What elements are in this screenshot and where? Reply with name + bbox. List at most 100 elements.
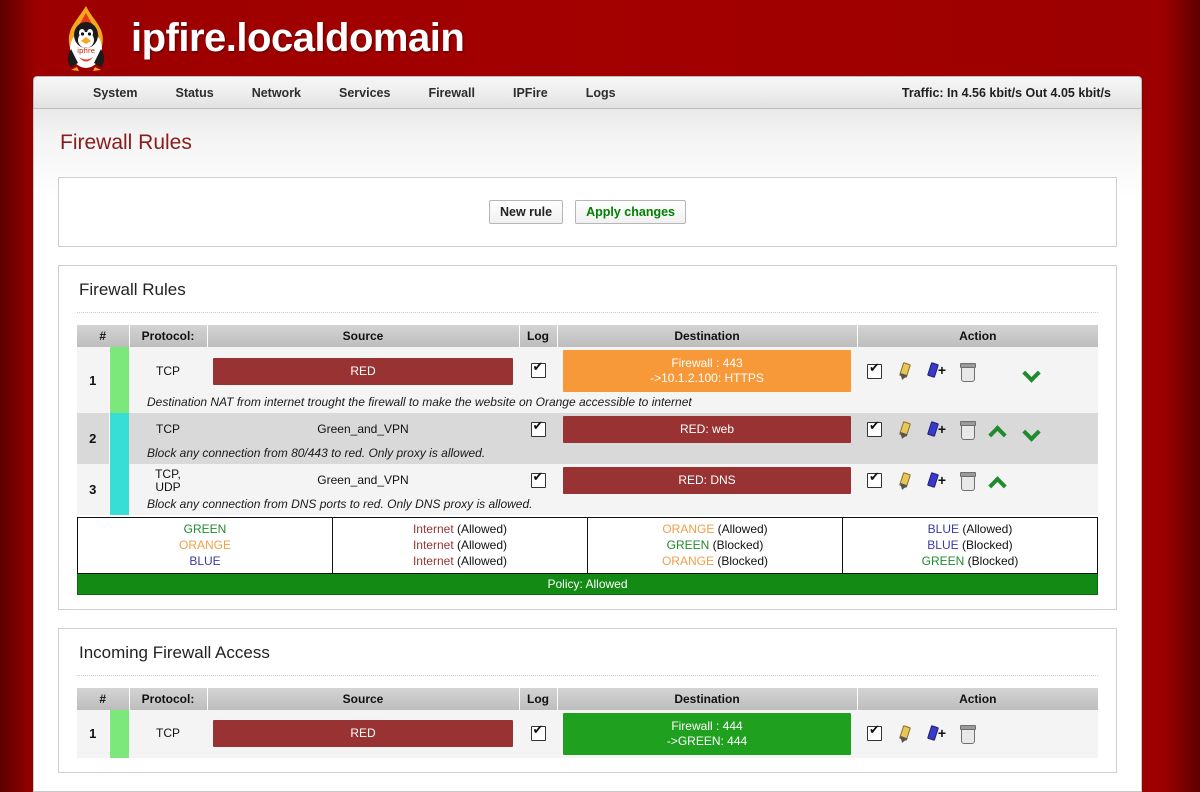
legend-zone: BLUE (927, 522, 959, 536)
rule-number: 3 (77, 464, 110, 515)
rule-destination: Firewall : 444 ->GREEN: 444 (563, 712, 851, 755)
log-checkbox[interactable] (530, 723, 546, 741)
legend-zone: ORANGE (661, 554, 714, 569)
nav-item-logs[interactable]: Logs (567, 86, 635, 100)
svg-text:ipfire: ipfire (77, 47, 95, 55)
log-checkbox[interactable] (530, 419, 546, 437)
nav-item-system[interactable]: System (74, 86, 156, 100)
legend-row: GREEN ORANGE BLUE Internet (Allowed) Int… (77, 517, 1098, 574)
edit-pencil-icon[interactable] (896, 421, 912, 439)
firewall-rules-title: Firewall Rules (77, 278, 1098, 313)
rule-number: 1 (77, 347, 110, 413)
delete-trash-icon[interactable] (960, 421, 976, 440)
copy-rule-icon[interactable] (926, 725, 946, 743)
legend-zone: BLUE (927, 538, 959, 553)
table-row[interactable]: 2 TCP Green_and_VPN RED: web (77, 413, 1098, 464)
legend-col-3: ORANGE (Allowed) GREEN (Blocked) ORANGE … (587, 517, 843, 574)
legend-status: (Blocked) (964, 554, 1019, 569)
log-checkbox[interactable] (530, 360, 546, 379)
copy-rule-icon[interactable] (926, 362, 946, 380)
nav-item-status[interactable]: Status (156, 86, 232, 100)
enable-rule-checkbox[interactable] (867, 470, 882, 488)
delete-trash-icon[interactable] (960, 362, 976, 382)
new-rule-button[interactable]: New rule (488, 200, 564, 224)
enable-rule-checkbox[interactable] (867, 723, 882, 742)
table-header-row: # Protocol: Source Log Destination Actio… (77, 325, 1098, 347)
rule-action-cell (857, 347, 1098, 395)
page-surface: Firewall Rules New rule Apply changes Fi… (33, 109, 1142, 792)
rule-protocol: TCP (129, 347, 207, 395)
legend-status: (Blocked) (958, 538, 1013, 553)
nav-item-services[interactable]: Services (320, 86, 409, 100)
rule-action-cell (857, 413, 1098, 446)
col-header-action: Action (857, 687, 1098, 710)
legend-zone: BLUE (189, 554, 221, 569)
edit-pencil-icon[interactable] (896, 472, 912, 490)
legend-col-2: Internet (Allowed) Internet (Allowed) In… (332, 517, 588, 574)
legend-status: (Allowed) (453, 522, 508, 536)
traffic-status: Traffic: In 4.56 kbit/s Out 4.05 kbit/s (901, 85, 1111, 100)
col-header-num: # (77, 687, 130, 710)
enable-rule-checkbox[interactable] (867, 361, 882, 379)
rule-destination: RED: DNS (563, 467, 851, 494)
rule-actions (861, 361, 1094, 382)
legend-status: (Allowed) (714, 522, 768, 536)
enable-rule-checkbox[interactable] (867, 419, 882, 437)
rule-remark: Block any connection from 80/443 to red.… (129, 446, 1098, 464)
rule-protocol: TCP, UDP (129, 464, 207, 497)
rule-actions (861, 419, 1094, 440)
col-header-protocol: Protocol: (129, 687, 208, 710)
table-row-remark: Destination NAT from internet trought th… (77, 395, 1098, 413)
rule-destination-cell: RED: web (557, 413, 857, 446)
table-row[interactable]: 3 TCP, UDP Green_and_VPN RED: DNS (77, 464, 1098, 515)
rule-number: 1 (77, 709, 110, 758)
legend-status: (Blocked) (709, 538, 764, 553)
move-down-chevron-icon[interactable] (1022, 423, 1042, 437)
move-up-chevron-icon[interactable] (988, 423, 1008, 437)
action-bar-panel: New rule Apply changes (58, 177, 1117, 247)
legend-status: (Allowed) (453, 554, 508, 569)
nav-item-firewall[interactable]: Firewall (409, 86, 494, 100)
nav-item-ipfire[interactable]: IPFire (494, 86, 567, 100)
rule-protocol-line2: UDP (155, 479, 181, 494)
legend-col-1: GREEN ORANGE BLUE (77, 517, 333, 574)
edit-pencil-icon[interactable] (896, 362, 912, 380)
rule-source-cell: Green_and_VPN (207, 464, 519, 497)
apply-changes-button[interactable]: Apply changes (575, 200, 687, 224)
legend-col-4: BLUE (Allowed) BLUE (Blocked) GREEN (Blo… (842, 517, 1098, 574)
table-row[interactable]: 1 TCP RED Firewall : 443 ->10.1.2.100: H… (77, 347, 1098, 413)
rule-source-cell: RED (207, 347, 519, 395)
rule-destination-line1: Firewall : 444 (671, 718, 743, 733)
legend-zone: Internet (412, 538, 454, 553)
rule-destination-line2: ->GREEN: 444 (666, 733, 748, 748)
rule-source: RED (213, 720, 513, 748)
log-checkbox[interactable] (530, 470, 546, 488)
delete-trash-icon[interactable] (960, 472, 976, 491)
rule-destination-cell: RED: DNS (557, 464, 857, 497)
rule-log-cell (519, 413, 557, 446)
rule-destination-cell: Firewall : 444 ->GREEN: 444 (557, 709, 857, 758)
col-header-source: Source (207, 325, 520, 347)
main-navigation: System Status Network Services Firewall … (33, 76, 1142, 109)
firewall-rules-table: # Protocol: Source Log Destination Actio… (77, 325, 1098, 515)
zone-policy-legend: GREEN ORANGE BLUE Internet (Allowed) Int… (77, 517, 1098, 574)
rule-action-cell (857, 464, 1098, 497)
move-up-chevron-icon[interactable] (988, 474, 1008, 488)
copy-rule-icon[interactable] (926, 472, 946, 490)
legend-status: (Blocked) (713, 554, 769, 569)
table-row[interactable]: 1 TCP RED Firewall : 444 ->GREEN: 444 (77, 709, 1098, 758)
table-row-remark: Block any connection from DNS ports to r… (77, 497, 1098, 515)
copy-rule-icon[interactable] (926, 421, 946, 439)
edit-pencil-icon[interactable] (896, 725, 912, 743)
rule-destination-line1: Firewall : 443 (671, 356, 743, 370)
move-down-chevron-icon[interactable] (1022, 364, 1042, 378)
legend-zone: ORANGE (662, 522, 715, 536)
rule-actions (861, 470, 1094, 491)
rule-color-bar (109, 413, 129, 464)
legend-zone: GREEN (666, 538, 710, 553)
nav-item-network[interactable]: Network (233, 86, 320, 100)
masthead: ipfire ipfire.localdomain (0, 0, 1200, 76)
rule-color-bar (109, 347, 129, 413)
delete-trash-icon[interactable] (960, 725, 976, 745)
rule-number: 2 (77, 413, 110, 464)
